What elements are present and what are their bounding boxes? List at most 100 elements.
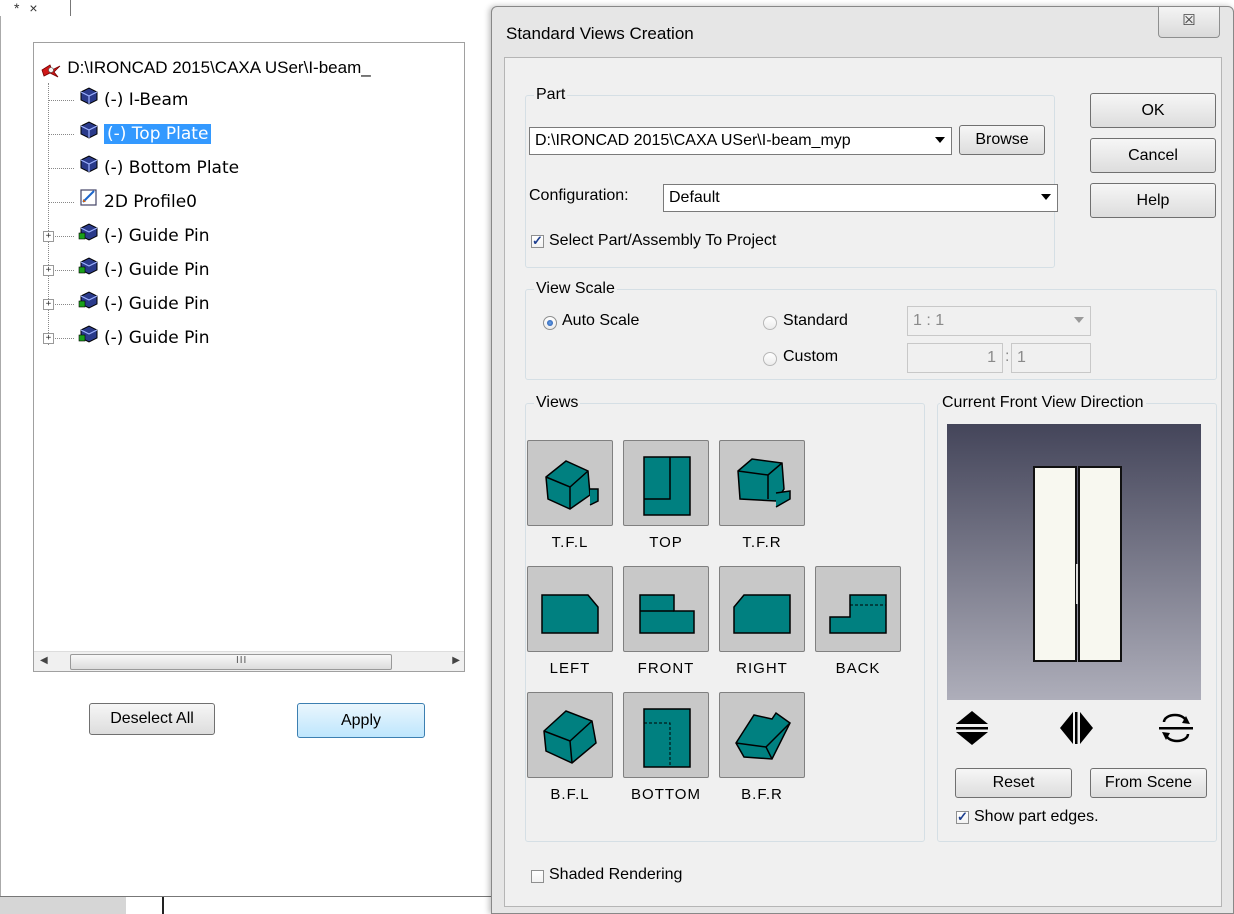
- ok-button[interactable]: OK: [1090, 93, 1216, 128]
- chevron-down-icon: [1041, 194, 1051, 200]
- view-bottom-icon: [643, 708, 691, 768]
- tree-item[interactable]: (-) I-Beam: [78, 85, 188, 115]
- tree-item[interactable]: (-) Top Plate: [78, 119, 212, 149]
- view-label: FRONT: [637, 660, 695, 677]
- view-scale-group: View Scale: [525, 280, 1217, 380]
- view-label: LEFT: [549, 660, 591, 677]
- scroll-grip: III: [236, 655, 248, 666]
- browse-button[interactable]: Browse: [959, 125, 1045, 155]
- views-legend: Views: [536, 394, 579, 411]
- assembly-icon: [78, 221, 100, 251]
- tree-item[interactable]: (-) Bottom Plate: [78, 153, 239, 183]
- custom-scale-left-input[interactable]: 1: [907, 343, 1003, 373]
- tree-item-label: (-) Guide Pin: [104, 260, 210, 280]
- scene-tree[interactable]: D:\IRONCAD 2015\CAXA USer\I-beam_ (-) I-…: [33, 42, 465, 672]
- auto-scale-label[interactable]: Auto Scale: [562, 312, 639, 330]
- tree-connector: [48, 100, 74, 101]
- auto-scale-radio[interactable]: [543, 316, 557, 330]
- configuration-label: Configuration:: [529, 187, 629, 204]
- show-part-edges-label[interactable]: Show part edges.: [974, 808, 1099, 826]
- view-back-button[interactable]: [815, 566, 901, 652]
- scroll-right-icon[interactable]: ▶: [452, 655, 460, 666]
- select-part-label[interactable]: Select Part/Assembly To Project: [549, 232, 776, 250]
- standard-scale-label[interactable]: Standard: [783, 312, 848, 330]
- expand-icon[interactable]: +: [43, 333, 54, 344]
- standard-views-dialog: Standard Views Creation ☒ Part D:\IRONCA…: [491, 6, 1234, 914]
- view-right-button[interactable]: [719, 566, 805, 652]
- view-bottom-button[interactable]: [623, 692, 709, 778]
- feature-tree-panel: * × D:\IRONCAD 2015\CAXA USer\I-beam_ (-…: [0, 0, 500, 914]
- view-bfl-icon: [543, 710, 597, 764]
- flip-vertical-icon[interactable]: [952, 708, 992, 748]
- view-tfl-icon: [545, 460, 599, 510]
- select-part-checkbox[interactable]: [531, 233, 544, 249]
- tree-root[interactable]: D:\IRONCAD 2015\CAXA USer\I-beam_: [40, 53, 371, 83]
- custom-scale-radio[interactable]: [763, 352, 777, 366]
- reset-button[interactable]: Reset: [955, 768, 1072, 798]
- tree-connector: [48, 168, 74, 169]
- divider: [0, 16, 1, 896]
- view-label: B.F.L: [550, 786, 590, 803]
- view-tfr-icon: [737, 458, 791, 508]
- view-bfl-button[interactable]: [527, 692, 613, 778]
- front-view-preview[interactable]: [947, 424, 1201, 700]
- scroll-thumb[interactable]: III: [70, 654, 392, 670]
- scroll-left-icon[interactable]: ◀: [40, 655, 48, 666]
- part-legend: Part: [536, 86, 566, 103]
- view-bfr-button[interactable]: [719, 692, 805, 778]
- tree-item[interactable]: (-) Guide Pin: [78, 255, 210, 285]
- dialog-body: Part D:\IRONCAD 2015\CAXA USer\I-beam_my…: [504, 57, 1222, 907]
- custom-scale-right-input[interactable]: 1: [1011, 343, 1091, 373]
- profile-icon: [78, 187, 100, 217]
- shaded-rendering-checkbox[interactable]: [531, 870, 544, 883]
- tree-item[interactable]: (-) Guide Pin: [78, 221, 210, 251]
- chevron-down-icon: [935, 137, 945, 143]
- expand-icon[interactable]: +: [43, 299, 54, 310]
- tree-item-label: (-) Bottom Plate: [104, 158, 240, 178]
- cancel-button[interactable]: Cancel: [1090, 138, 1216, 173]
- tree-item[interactable]: (-) Guide Pin: [78, 323, 210, 353]
- expand-icon[interactable]: +: [43, 231, 54, 242]
- panel-tab-controls[interactable]: * ×: [14, 0, 41, 16]
- tree-connector: [48, 134, 74, 135]
- deselect-all-button[interactable]: Deselect All: [89, 703, 215, 735]
- view-tfl-button[interactable]: [527, 440, 613, 526]
- standard-scale-value: 1 : 1: [913, 312, 945, 329]
- view-top-icon: [643, 456, 691, 516]
- tree-item-label: (-) Guide Pin: [104, 226, 210, 246]
- custom-scale-right-value: 1: [1017, 349, 1026, 366]
- view-front-button[interactable]: [623, 566, 709, 652]
- assembly-icon: [78, 255, 100, 285]
- view-scale-legend: View Scale: [536, 280, 615, 297]
- standard-scale-radio[interactable]: [763, 316, 777, 330]
- shaded-rendering-label[interactable]: Shaded Rendering: [549, 866, 682, 884]
- tree-item-label: (-) Top Plate: [104, 124, 212, 144]
- divider: [162, 897, 164, 914]
- tree-item-label: (-) Guide Pin: [104, 294, 210, 314]
- standard-scale-select[interactable]: 1 : 1: [907, 306, 1091, 336]
- flip-horizontal-icon[interactable]: [1056, 708, 1096, 748]
- configuration-select[interactable]: Default: [663, 184, 1058, 212]
- view-tfr-button[interactable]: [719, 440, 805, 526]
- view-top-button[interactable]: [623, 440, 709, 526]
- close-icon: ☒: [1182, 12, 1196, 29]
- apply-button[interactable]: Apply: [297, 703, 425, 738]
- help-button[interactable]: Help: [1090, 183, 1216, 218]
- show-part-edges-checkbox[interactable]: [956, 809, 969, 825]
- status-strip: [0, 897, 126, 914]
- part-path-select[interactable]: D:\IRONCAD 2015\CAXA USer\I-beam_myp: [529, 127, 952, 155]
- front-view-direction-legend: Current Front View Direction: [942, 394, 1144, 411]
- horizontal-scrollbar[interactable]: ◀ III ▶: [34, 651, 464, 671]
- tree-item[interactable]: 2D Profile0: [78, 187, 197, 217]
- view-left-icon: [541, 594, 599, 634]
- tree-item[interactable]: (-) Guide Pin: [78, 289, 210, 319]
- rotate-icon[interactable]: [1156, 708, 1196, 748]
- view-bfr-icon: [735, 711, 791, 760]
- view-left-button[interactable]: [527, 566, 613, 652]
- from-scene-button[interactable]: From Scene: [1090, 768, 1207, 798]
- custom-scale-label[interactable]: Custom: [783, 348, 838, 366]
- expand-icon[interactable]: +: [43, 265, 54, 276]
- part-icon: [78, 153, 100, 183]
- close-button[interactable]: ☒: [1158, 7, 1220, 38]
- dialog-title: Standard Views Creation: [506, 24, 694, 43]
